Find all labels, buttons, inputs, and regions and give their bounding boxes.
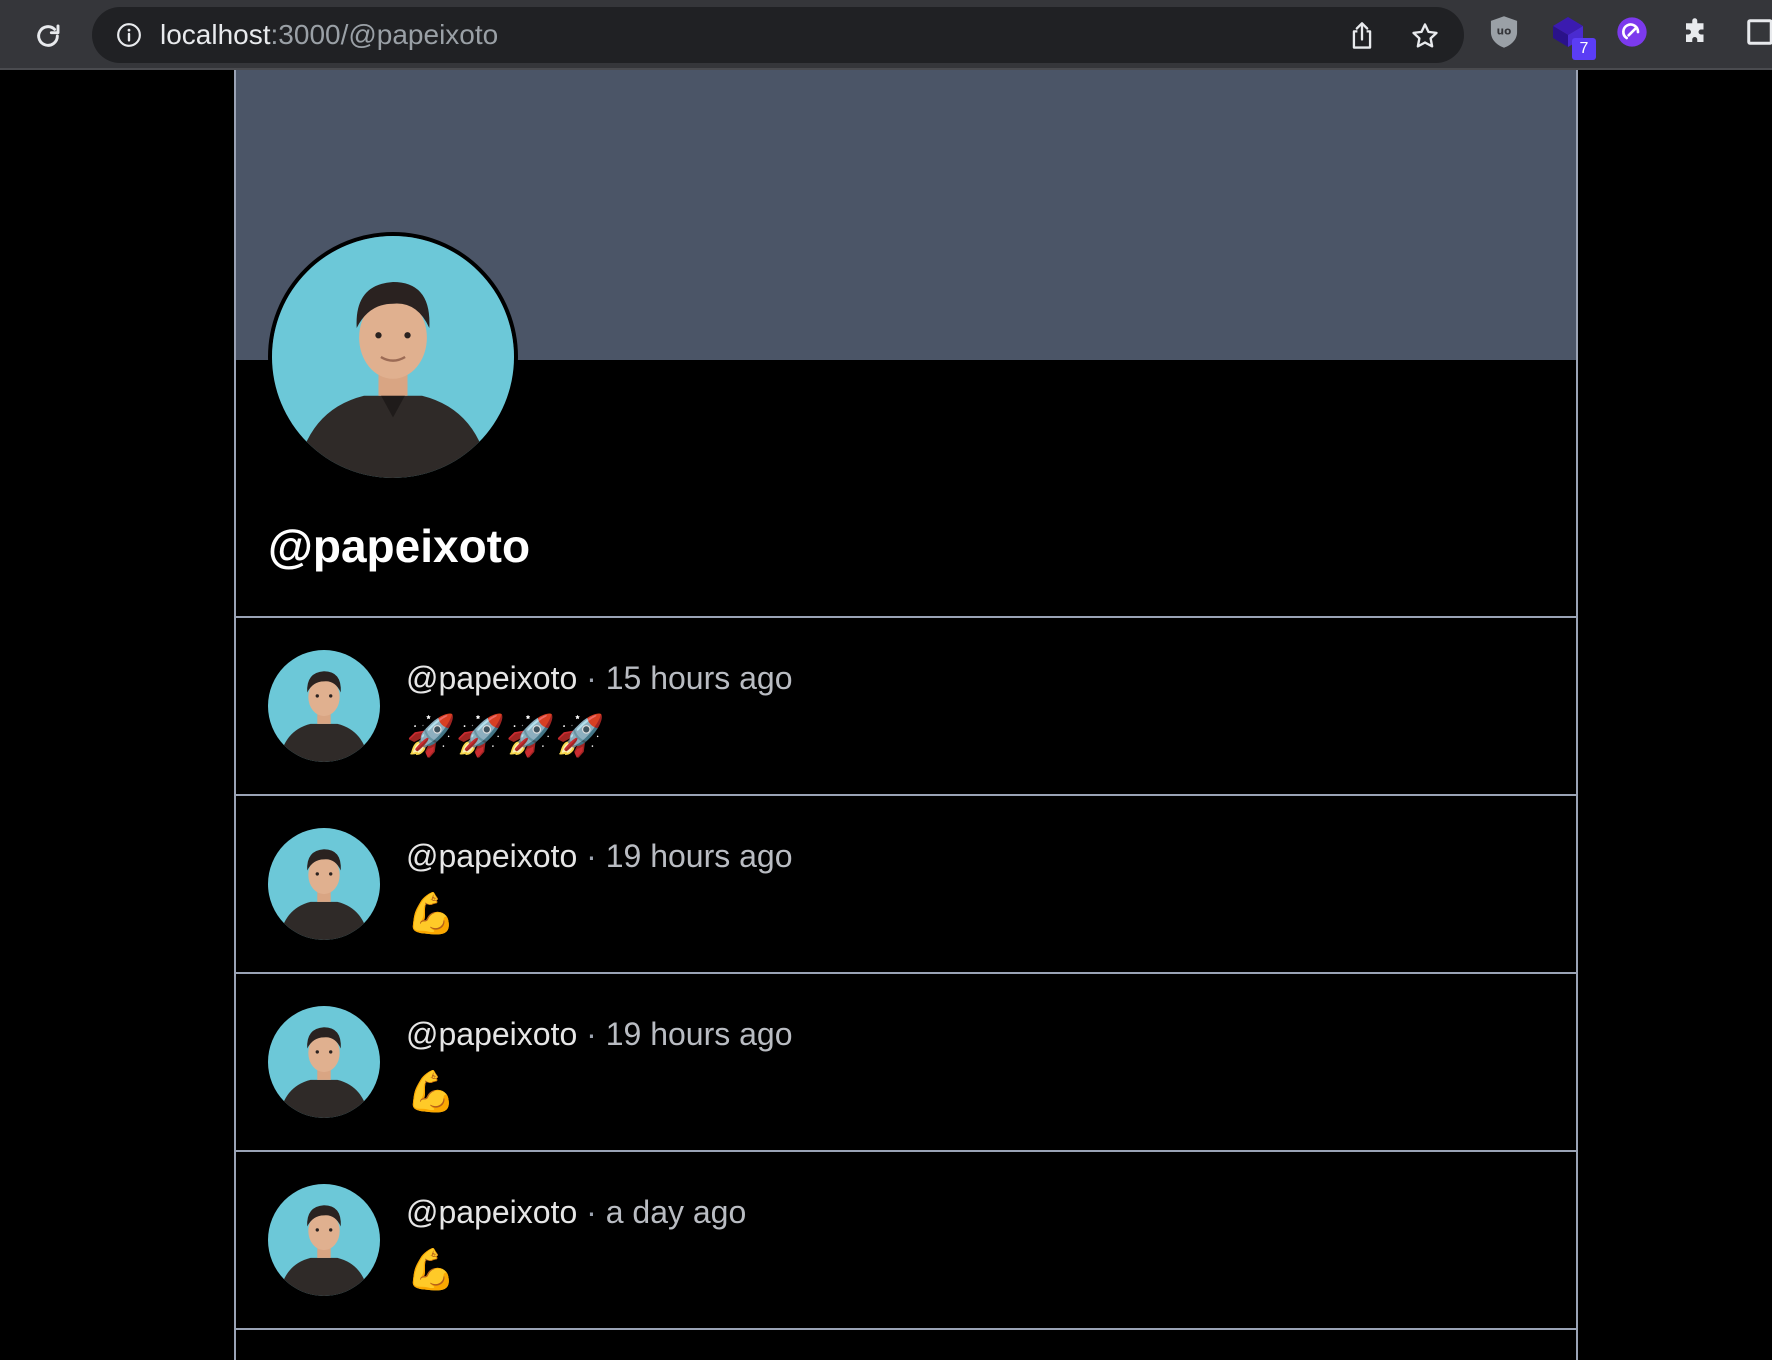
post-username[interactable]: @papeixoto [406,660,577,696]
post-meta: @papeixoto · 19 hours ago [406,836,793,876]
url-host: localhost [160,19,271,50]
post-content: 🚀🚀🚀🚀 [406,714,606,758]
post-content: 💪 [406,1070,456,1114]
post-separator: · [586,838,597,874]
post-separator: · [586,660,597,696]
post-item[interactable]: @papeixoto · 19 hours ago 💪 [236,796,1576,974]
post-username[interactable]: @papeixoto [406,838,577,874]
share-icon[interactable] [1348,21,1376,49]
post-timestamp: a day ago [605,1194,747,1230]
post-item[interactable]: @papeixoto · 19 hours ago 💪 [236,974,1576,1152]
extension-badge: 7 [1572,38,1596,60]
post-avatar[interactable] [268,1006,380,1118]
reload-icon[interactable] [30,18,66,54]
post-avatar[interactable] [268,650,380,762]
post-separator: · [586,1194,597,1230]
post-timestamp: 15 hours ago [605,660,793,696]
extension-circle-icon[interactable] [1614,14,1650,50]
post-content: 💪 [406,1248,456,1292]
post-meta: @papeixoto · a day ago [406,1192,746,1232]
post-content: 💪 [406,892,456,936]
post-separator: · [586,1016,597,1052]
address-bar[interactable]: localhost:3000/@papeixoto [92,7,1464,63]
side-panel-icon[interactable] [1742,14,1772,50]
profile-page: @papeixoto @papeixoto · 15 hours ago 🚀🚀🚀… [234,70,1578,1360]
post-avatar[interactable] [268,828,380,940]
post-avatar[interactable] [268,1184,380,1296]
post-meta: @papeixoto · 15 hours ago [406,658,793,698]
svg-text:uo: uo [1497,26,1512,38]
profile-avatar [268,232,518,482]
post-username[interactable]: @papeixoto [406,1194,577,1230]
url-path: :3000/@papeixoto [270,19,499,50]
profile-handle: @papeixoto [268,520,531,572]
ublock-shield-icon[interactable]: uo [1486,14,1522,50]
url-text: localhost:3000/@papeixoto [160,21,498,49]
post-meta: @papeixoto · 19 hours ago [406,1014,793,1054]
post-item[interactable]: @papeixoto · a day ago 💪 [236,1152,1576,1330]
info-icon[interactable] [116,22,142,48]
post-username[interactable]: @papeixoto [406,1016,577,1052]
post-timestamp: 19 hours ago [605,838,793,874]
bookmark-star-icon[interactable] [1410,21,1440,51]
extensions-puzzle-icon[interactable] [1678,14,1714,50]
post-item[interactable]: @papeixoto · 15 hours ago 🚀🚀🚀🚀 [236,618,1576,796]
browser-toolbar: localhost:3000/@papeixoto uo 7 [0,0,1772,70]
post-timestamp: 19 hours ago [605,1016,793,1052]
